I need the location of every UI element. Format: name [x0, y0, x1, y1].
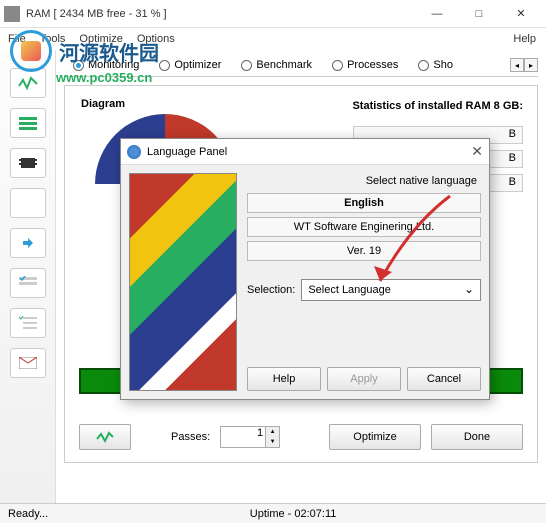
- tab-processes[interactable]: Processes: [323, 56, 407, 74]
- sidebar-monitor-icon[interactable]: [10, 68, 46, 98]
- menu-file[interactable]: File: [8, 33, 26, 45]
- menubar: File Tools Optimize Options Help: [0, 28, 546, 50]
- sidebar-mail-icon[interactable]: [10, 348, 46, 378]
- sidebar-chip-icon[interactable]: [10, 148, 46, 178]
- language-field: English: [247, 193, 481, 213]
- dialog-help-button[interactable]: Help: [247, 367, 321, 391]
- radio-icon: [73, 60, 84, 71]
- sidebar-shortcut-icon[interactable]: [10, 228, 46, 258]
- close-button[interactable]: ✕: [500, 1, 542, 27]
- passes-spinner[interactable]: ▲▼: [265, 427, 279, 447]
- tab-scroll: ◂ ▸: [510, 58, 538, 72]
- tab-shortcuts[interactable]: Sho: [409, 56, 462, 74]
- menu-options[interactable]: Options: [137, 33, 175, 45]
- sidebar-list-icon[interactable]: [10, 108, 46, 138]
- bottom-row: Passes: 1 ▲▼ Optimize Done: [79, 424, 523, 450]
- stats-title: Statistics of installed RAM 8 GB:: [352, 100, 523, 112]
- sidebar: [0, 50, 56, 503]
- optimize-button[interactable]: Optimize: [329, 424, 421, 450]
- dialog-close-icon[interactable]: ✕: [471, 143, 483, 160]
- dialog-cancel-button[interactable]: Cancel: [407, 367, 481, 391]
- radio-icon: [332, 60, 343, 71]
- menu-tools[interactable]: Tools: [40, 33, 66, 45]
- app-icon: [4, 6, 20, 22]
- globe-icon: [127, 145, 141, 159]
- sidebar-checklist-icon[interactable]: [10, 308, 46, 338]
- statusbar: Ready... Uptime - 02:07:11: [0, 503, 546, 523]
- status-ready: Ready...: [8, 508, 48, 520]
- radio-icon: [159, 60, 170, 71]
- tab-optimizer[interactable]: Optimizer: [150, 56, 230, 74]
- flags-image: [129, 173, 237, 391]
- tab-benchmark[interactable]: Benchmark: [232, 56, 321, 74]
- dialog-title: Language Panel: [147, 146, 227, 158]
- select-native-label: Select native language: [247, 173, 481, 189]
- language-select[interactable]: Select Language: [301, 279, 481, 301]
- radio-icon: [241, 60, 252, 71]
- minimize-button[interactable]: —: [416, 1, 458, 27]
- company-field: WT Software Enginering Ltd.: [247, 217, 481, 237]
- sidebar-tasks-icon[interactable]: [10, 268, 46, 298]
- dialog-apply-button: Apply: [327, 367, 401, 391]
- refresh-button[interactable]: [79, 424, 131, 450]
- dialog-titlebar: Language Panel ✕: [121, 139, 489, 165]
- radio-icon: [418, 60, 429, 71]
- sidebar-blank-icon[interactable]: [10, 188, 46, 218]
- menu-help[interactable]: Help: [513, 33, 536, 45]
- selection-label: Selection:: [247, 284, 295, 296]
- maximize-button[interactable]: □: [458, 1, 500, 27]
- titlebar: RAM [ 2434 MB free - 31 % ] — □ ✕: [0, 0, 546, 28]
- passes-label: Passes:: [171, 431, 210, 443]
- tab-scroll-right[interactable]: ▸: [524, 58, 538, 72]
- language-dialog: Language Panel ✕ Select native language …: [120, 138, 490, 400]
- done-button[interactable]: Done: [431, 424, 523, 450]
- menu-optimize[interactable]: Optimize: [79, 33, 122, 45]
- status-uptime: Uptime - 02:07:11: [48, 508, 538, 520]
- tab-scroll-left[interactable]: ◂: [510, 58, 524, 72]
- tabs: Monitoring Optimizer Benchmark Processes…: [64, 56, 538, 77]
- passes-input[interactable]: 1 ▲▼: [220, 426, 280, 448]
- version-field: Ver. 19: [247, 241, 481, 261]
- window-title: RAM [ 2434 MB free - 31 % ]: [26, 8, 416, 20]
- tab-monitoring[interactable]: Monitoring: [64, 56, 148, 74]
